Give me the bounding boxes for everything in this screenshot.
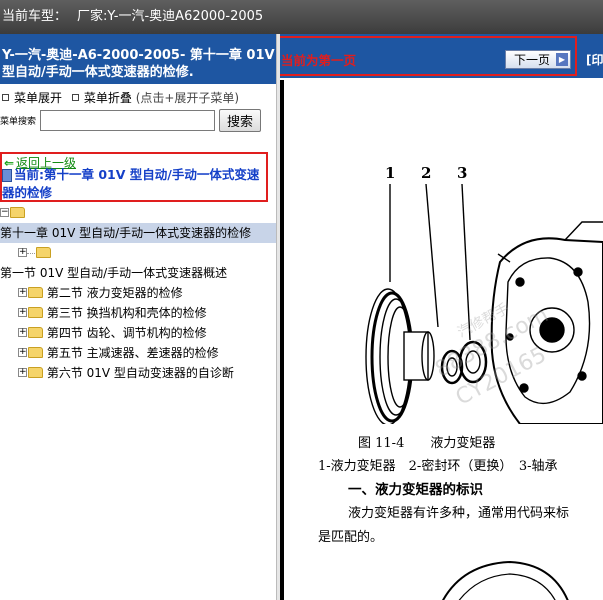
folder-icon	[36, 247, 51, 258]
expand-toggle-icon[interactable]: +	[18, 248, 27, 257]
menu-tree: − 第十一章 01V 型自动/手动一体式变速器的检修 + 第一节 01V 型自动…	[0, 203, 276, 383]
print-link[interactable]: [印	[586, 51, 603, 68]
figure-caption: 图 11-4 液力变矩器	[358, 436, 496, 451]
menu-collapse-link[interactable]: 菜单折叠	[84, 91, 132, 105]
search-button[interactable]: 搜索	[219, 109, 261, 132]
tree-item[interactable]: + 第六节 01V 型自动变速器的自诊断	[0, 363, 276, 383]
page-status: 当前为第一页	[281, 53, 357, 68]
search-label: 菜单搜索	[0, 117, 37, 127]
tree-item-label: 第六节 01V 型自动变速器的自诊断	[46, 366, 234, 380]
folder-open-icon	[10, 207, 25, 218]
folder-icon	[28, 307, 43, 318]
menu-expand-link[interactable]: 菜单展开	[14, 91, 62, 105]
tree-item-label: 第三节 换挡机构和壳体的检修	[46, 306, 207, 320]
expand-icon	[2, 94, 9, 101]
search-input[interactable]	[40, 110, 215, 131]
next-page-label: 下一页	[514, 53, 551, 67]
expand-toggle-icon[interactable]: +	[18, 308, 27, 317]
tree-root-toggle[interactable]: −	[0, 203, 276, 223]
body-paragraph: 液力变矩器有许多种，通常用代码来标 是匹配的。	[318, 502, 603, 550]
folder-icon	[28, 347, 43, 358]
page-toolbar: 当前为第一页 下一页 ▶ [印	[280, 34, 603, 78]
header-title-line1: Y-一汽-奥迪-A6-2000-2005- 第十一章 01V	[2, 48, 275, 63]
folder-icon	[28, 327, 43, 338]
right-pane: 当前为第一页 下一页 ▶ [印 1 2 3 88388.com CY20165 …	[280, 34, 603, 600]
figure-label: 2	[421, 164, 431, 182]
tree-item-label: 第十一章 01V 型自动/手动一体式变速器的检修	[0, 226, 252, 240]
body-line: 液力变矩器有许多种，通常用代码来标	[348, 506, 570, 521]
document-icon	[2, 169, 12, 182]
collapse-icon	[71, 94, 79, 101]
document-edge	[280, 80, 284, 600]
tree-item[interactable]: + 第四节 齿轮、调节机构的检修	[0, 323, 276, 343]
left-header: Y-一汽-奥迪-A6-2000-2005- 第十一章 01V 型自动/手动一体式…	[0, 34, 276, 84]
title-bar: 当前车型： 厂家:Y-一汽-奥迪A62000-2005	[0, 0, 603, 34]
tree-item[interactable]: + 第三节 换挡机构和壳体的检修	[0, 303, 276, 323]
folder-icon	[28, 287, 43, 298]
menu-hint: (点击+展开子菜单)	[135, 91, 240, 105]
tree-item-label: 第二节 液力变矩器的检修	[46, 286, 183, 300]
tree-item-label: 第五节 主减速器、差速器的检修	[46, 346, 219, 360]
search-row: 菜单搜索 搜索	[0, 106, 276, 132]
header-title-line2: 型自动/手动一体式变速器的检修.	[2, 65, 194, 80]
folder-icon	[28, 367, 43, 378]
expand-toggle-icon[interactable]: +	[18, 368, 27, 377]
collapse-toggle-icon[interactable]: −	[0, 208, 9, 217]
next-figure-partial	[442, 560, 569, 600]
current-location: 当前:第十一章 01V 型自动/手动一体式变速器的检修	[2, 166, 266, 202]
figure-label: 3	[457, 164, 467, 182]
next-page-button[interactable]: 下一页 ▶	[505, 50, 571, 69]
tree-item-label: 第一节 01V 型自动/手动一体式变速器概述	[0, 266, 228, 280]
tree-item-toggle[interactable]: +	[0, 243, 276, 263]
tree-item[interactable]: + 第二节 液力变矩器的检修	[0, 283, 276, 303]
tree-item-root[interactable]: 第十一章 01V 型自动/手动一体式变速器的检修	[0, 223, 276, 243]
model-label: 当前车型：	[2, 9, 68, 24]
menu-controls: 菜单展开 菜单折叠 (点击+展开子菜单)	[0, 84, 276, 106]
tree-item[interactable]: + 第五节 主减速器、差速器的检修	[0, 343, 276, 363]
left-pane: Y-一汽-奥迪-A6-2000-2005- 第十一章 01V 型自动/手动一体式…	[0, 34, 276, 600]
tree-item-label: 第四节 齿轮、调节机构的检修	[46, 326, 207, 340]
model-name: 厂家:Y-一汽-奥迪A62000-2005	[77, 9, 264, 24]
section-heading: 一、液力变矩器的标识	[348, 482, 483, 498]
expand-toggle-icon[interactable]: +	[18, 348, 27, 357]
current-location-text: 当前:第十一章 01V 型自动/手动一体式变速器的检修	[2, 167, 260, 200]
arrow-right-icon: ▶	[556, 53, 568, 66]
expand-toggle-icon[interactable]: +	[18, 328, 27, 337]
tree-item-overview[interactable]: 第一节 01V 型自动/手动一体式变速器概述	[0, 263, 276, 283]
expand-toggle-icon[interactable]: +	[18, 288, 27, 297]
figure-legend: 1-液力变矩器 2-密封环（更换） 3-轴承	[318, 459, 558, 474]
figure-label: 1	[385, 164, 395, 182]
